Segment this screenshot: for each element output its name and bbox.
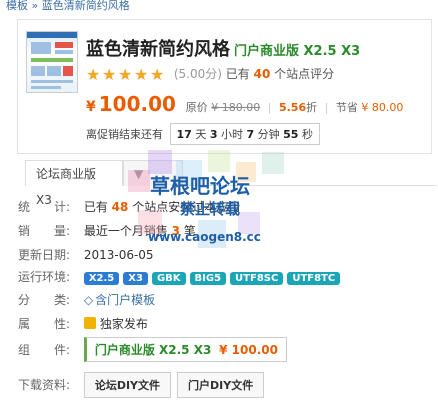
breadcrumb-current[interactable]: 蓝色清新简约风格	[42, 0, 130, 12]
countdown-label: 离促销结束还有	[86, 128, 163, 141]
discount-unit: 折	[306, 101, 318, 114]
stats-count: 48	[111, 200, 129, 214]
save-label: 节省	[335, 101, 358, 114]
rating-count: 40	[253, 67, 271, 81]
star-icon: ★	[102, 64, 117, 84]
category-link[interactable]: 含门户模板	[95, 293, 155, 307]
product-edition: 门户商业版 X2.5 X3	[234, 44, 361, 59]
sales-count: 3	[171, 224, 181, 238]
stats-label: 统 计:	[18, 200, 71, 214]
exclusive-icon	[83, 317, 96, 329]
component-option[interactable]: 门户商业版 X2.5 X3 ¥ 100.00	[83, 337, 287, 362]
tab-more[interactable]: ▼	[123, 160, 183, 186]
product-title: 蓝色清新简约风格 门户商业版 X2.5 X3	[86, 35, 360, 61]
product-thumbnail[interactable]	[26, 31, 78, 93]
promo-countdown: 离促销结束还有 17 天 3 小时 7 分钟 55 秒	[86, 123, 320, 145]
stats-prefix: 已有	[83, 200, 108, 214]
env-tag-x3: X3	[123, 272, 148, 285]
info-download: 下载资料: 论坛DIY文件 门户DIY文件	[18, 372, 270, 398]
attribute-label: 属 性:	[18, 317, 71, 331]
original-price: ¥ 180.00	[211, 101, 261, 114]
component-name: 门户商业版 X2.5 X3	[94, 343, 212, 357]
sales-suffix: 笔	[183, 224, 196, 238]
rating-stars: ★ ★ ★ ★ ★	[86, 64, 166, 84]
breadcrumb-separator: »	[31, 0, 39, 12]
star-icon: ★	[118, 64, 133, 84]
env-tag-utf8tc: UTF8TC	[287, 272, 341, 285]
info-sales: 销 量: 最近一个月销售 3 笔	[18, 222, 196, 239]
rating-score: (5.00分)	[173, 67, 222, 81]
info-attribute: 属 性: 独家发布	[18, 315, 148, 332]
star-icon: ★	[150, 64, 165, 84]
sales-prefix: 最近一个月销售	[83, 224, 168, 238]
star-icon: ★	[134, 64, 149, 84]
category-label: 分 类:	[18, 293, 71, 307]
download-label: 下载资料:	[18, 378, 71, 392]
countdown-timer: 17 天 3 小时 7 分钟 55 秒	[169, 123, 320, 145]
env-tag-utf8sc: UTF8SC	[230, 272, 284, 285]
save-amount: ¥ 80.00	[361, 101, 404, 114]
updated-value: 2013-06-05	[83, 248, 154, 262]
stats-suffix: 个站点安装过本应用	[132, 200, 241, 214]
breadcrumb: 模板 » 蓝色清新简约风格	[6, 0, 130, 13]
chevron-down-icon: ▼	[134, 167, 144, 181]
rating-prefix: 已有	[225, 67, 250, 81]
env-tag-big5: BIG5	[189, 272, 227, 285]
product-card: 蓝色清新简约风格 门户商业版 X2.5 X3 ★ ★ ★ ★ ★ (5.00分) 已有 4…	[17, 19, 432, 154]
info-category: 分 类: ◇ 含门户模板	[18, 291, 155, 308]
discount-value: 5.56	[278, 101, 307, 114]
original-price-label: 原价	[185, 101, 208, 114]
info-component: 组 件: 门户商业版 X2.5 X3 ¥ 100.00	[18, 337, 287, 362]
product-title-text: 蓝色清新简约风格	[86, 39, 230, 60]
info-environment: 运行环境: X2.5 X3 GBK BIG5 UTF8SC UTF8TC	[18, 268, 344, 285]
edition-tabs: 论坛商业版 X3 ▼	[25, 160, 437, 207]
portal-diy-download-button[interactable]: 门户DIY文件	[177, 372, 265, 398]
rating-suffix: 个站点评分	[274, 67, 335, 81]
star-icon: ★	[86, 64, 101, 84]
component-price: ¥ 100.00	[219, 343, 278, 357]
sales-label: 销 量:	[18, 224, 71, 238]
tag-icon: ◇	[83, 293, 94, 307]
current-price: ¥100.00	[86, 92, 176, 116]
component-label: 组 件:	[18, 343, 71, 357]
env-tag-gbk: GBK	[151, 272, 186, 285]
rating-row: ★ ★ ★ ★ ★ (5.00分) 已有 40 个站点评分	[86, 65, 334, 83]
price-meta: 原价 ¥ 180.00 | 5.56折 | 节省 ¥ 80.00	[185, 101, 404, 114]
env-tag-x25: X2.5	[83, 272, 120, 285]
breadcrumb-parent[interactable]: 模板	[6, 0, 28, 12]
attribute-value: 独家发布	[99, 317, 148, 331]
env-label: 运行环境:	[18, 270, 71, 284]
price-row: ¥100.00 原价 ¥ 180.00 | 5.56折 | 节省 ¥ 80.00	[86, 92, 403, 116]
forum-diy-download-button[interactable]: 论坛DIY文件	[83, 372, 172, 398]
info-stats: 统 计: 已有 48 个站点安装过本应用	[18, 198, 240, 215]
tab-forum-edition[interactable]: 论坛商业版 X3	[25, 160, 123, 207]
info-updated: 更新日期: 2013-06-05	[18, 246, 154, 263]
updated-label: 更新日期:	[18, 248, 71, 262]
